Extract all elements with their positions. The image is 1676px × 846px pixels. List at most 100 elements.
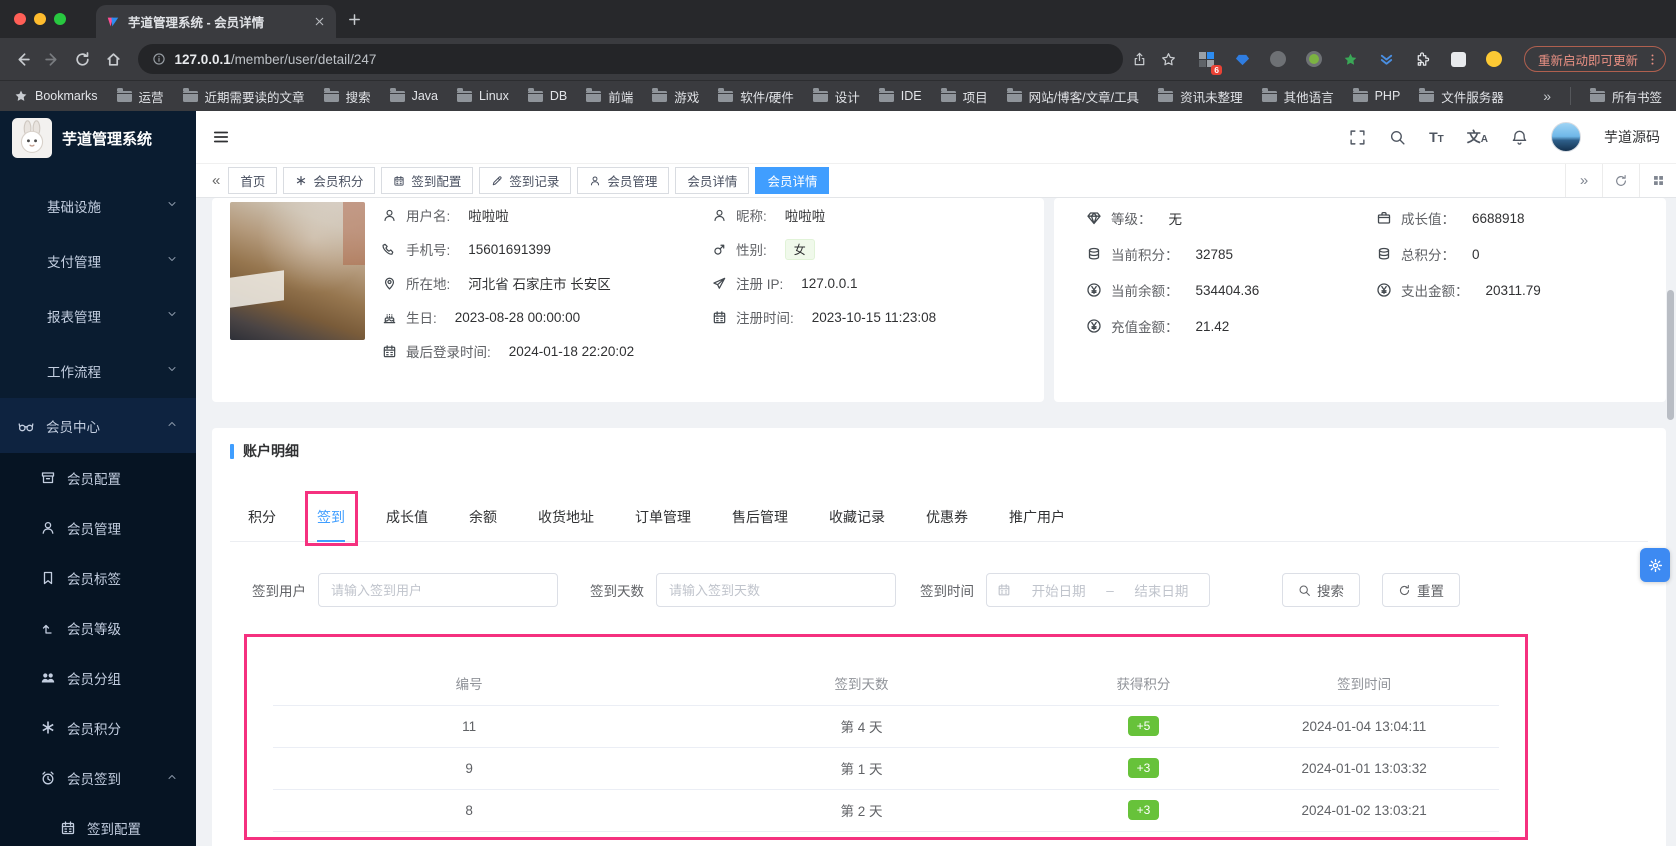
extension-icon-gray[interactable]	[1264, 45, 1292, 73]
sidebar-item-signin-config[interactable]: 签到配置	[0, 803, 196, 846]
sidebar-item-payment[interactable]: 支付管理	[0, 233, 196, 288]
tab-points[interactable]: 积分	[248, 505, 276, 541]
site-info-icon[interactable]	[152, 52, 166, 66]
new-tab-button[interactable]	[336, 0, 372, 38]
minimize-window-button[interactable]	[34, 13, 46, 25]
tab-signin-active[interactable]: 签到	[305, 491, 358, 546]
search-icon[interactable]	[1389, 129, 1406, 146]
bookmark-folder[interactable]: IDE	[878, 88, 922, 103]
tab-address[interactable]: 收货地址	[538, 505, 594, 541]
bookmark-folder[interactable]: 近期需要读的文章	[182, 87, 305, 106]
forward-button[interactable]	[40, 44, 64, 74]
bookmark-folder[interactable]: 前端	[586, 87, 633, 106]
bookmark-folder[interactable]: 资讯未整理	[1158, 87, 1243, 106]
back-button[interactable]	[10, 44, 34, 74]
close-window-button[interactable]	[14, 13, 26, 25]
app-logo-row[interactable]: 芋道管理系统	[0, 111, 196, 165]
collapse-sidebar-button[interactable]	[212, 128, 230, 146]
bookmark-star-icon[interactable]	[1157, 45, 1180, 73]
tab-coupons[interactable]: 优惠券	[926, 505, 968, 541]
extension-icon-green-star[interactable]	[1336, 45, 1364, 73]
sidebar-item-member-group[interactable]: 会员分组	[0, 653, 196, 703]
table-row[interactable]: 11 第 4 天 +5 2024-01-04 13:04:11	[273, 705, 1499, 748]
bookmark-folder[interactable]: 项目	[940, 87, 988, 106]
stat-total-points: 总积分： 0	[1376, 236, 1666, 272]
table-row[interactable]: 9 第 1 天 +3 2024-01-01 13:03:32	[273, 747, 1499, 790]
sidebar-item-infrastructure[interactable]: 基础设施	[0, 178, 196, 233]
bookmark-folder[interactable]: DB	[527, 88, 567, 103]
bookmarks-root-folder[interactable]: Bookmarks	[14, 89, 98, 103]
notifications-bell-icon[interactable]	[1511, 129, 1528, 146]
bookmark-folder[interactable]: 运营	[116, 87, 164, 106]
nav-tag-member-detail[interactable]: 会员详情	[675, 167, 750, 194]
scroll-tags-left-icon[interactable]: «	[204, 172, 228, 189]
tab-referrals[interactable]: 推广用户	[1009, 505, 1065, 541]
extension-icon-gray-green[interactable]	[1300, 45, 1328, 73]
sidebar-item-reports[interactable]: 报表管理	[0, 288, 196, 343]
bookmark-folder[interactable]: 文件服务器	[1419, 87, 1504, 106]
browser-tab[interactable]: 芋道管理系统 - 会员详情	[96, 5, 336, 38]
table-row[interactable]: 8 第 2 天 +3 2024-01-02 13:03:21	[273, 789, 1499, 832]
nav-tag-member-detail-active[interactable]: 会员详情	[755, 167, 830, 194]
font-size-icon[interactable]: TT	[1429, 129, 1444, 145]
home-button[interactable]	[101, 44, 125, 74]
sidebar-item-member-level[interactable]: 会员等级	[0, 603, 196, 653]
browser-update-button[interactable]: 重新启动即可更新	[1524, 46, 1667, 72]
bookmark-folder[interactable]: 网站/博客/文章/工具	[1006, 87, 1139, 106]
kebab-menu-icon[interactable]	[1646, 53, 1659, 66]
share-icon[interactable]	[1129, 45, 1152, 73]
theme-settings-gear-button[interactable]	[1640, 548, 1670, 582]
extensions-puzzle-icon[interactable]	[1408, 45, 1436, 73]
extension-icon-white-square[interactable]	[1444, 45, 1472, 73]
folder-icon	[718, 88, 734, 102]
bookmark-folder[interactable]: 软件/硬件	[718, 87, 794, 106]
extension-icon-tabs[interactable]: 6	[1192, 45, 1222, 75]
bookmark-folder[interactable]: 设计	[812, 87, 860, 106]
sidebar-item-member-config[interactable]: 会员配置	[0, 453, 196, 503]
tab-aftersale[interactable]: 售后管理	[732, 505, 788, 541]
tab-balance[interactable]: 余额	[469, 505, 497, 541]
refresh-page-icon[interactable]	[1602, 164, 1639, 197]
sidebar-item-workflow[interactable]: 工作流程	[0, 343, 196, 398]
tags-menu-grid-icon[interactable]	[1639, 164, 1676, 197]
sidebar-item-member-signin[interactable]: 会员签到	[0, 753, 196, 803]
search-button[interactable]: 搜索	[1282, 573, 1360, 607]
nav-tag-signin-record[interactable]: 签到记录	[479, 167, 572, 194]
signin-date-range-picker[interactable]: 开始日期 – 结束日期	[986, 573, 1210, 607]
all-bookmarks-button[interactable]: 所有书签	[1589, 87, 1662, 106]
address-bar[interactable]: 127.0.0.1/member/user/detail/247	[137, 44, 1123, 74]
reset-button[interactable]: 重置	[1382, 573, 1460, 607]
nav-tag-member-points[interactable]: 会员积分	[283, 167, 376, 194]
page-scrollbar[interactable]	[1667, 290, 1674, 420]
tab-growth[interactable]: 成长值	[386, 505, 428, 541]
nav-tag-member-manage[interactable]: 会员管理	[577, 167, 670, 194]
bookmark-folder[interactable]: Linux	[456, 88, 509, 103]
bookmark-folder[interactable]: PHP	[1352, 88, 1400, 103]
profile-avatar-emoji[interactable]	[1480, 45, 1508, 73]
signin-days-input[interactable]	[656, 573, 896, 607]
user-name[interactable]: 芋道源码	[1604, 127, 1660, 147]
extension-icon-gem[interactable]	[1228, 45, 1256, 73]
tab-close-icon[interactable]	[313, 15, 326, 28]
reload-button[interactable]	[71, 44, 95, 74]
tab-favorites[interactable]: 收藏记录	[829, 505, 885, 541]
sidebar-item-member-points[interactable]: 会员积分	[0, 703, 196, 753]
fullscreen-window-button[interactable]	[54, 13, 66, 25]
bookmark-folder[interactable]: 游戏	[652, 87, 699, 106]
bookmarks-overflow-button[interactable]: »	[1543, 88, 1551, 104]
nav-tag-signin-config[interactable]: 签到配置	[381, 167, 474, 194]
signin-user-input[interactable]	[318, 573, 558, 607]
bookmark-folder[interactable]: 其他语言	[1261, 87, 1334, 106]
sidebar-item-member-tag[interactable]: 会员标签	[0, 553, 196, 603]
sidebar-item-member-manage[interactable]: 会员管理	[0, 503, 196, 553]
extension-icon-double-chevron[interactable]	[1372, 45, 1400, 73]
tab-orders[interactable]: 订单管理	[635, 505, 691, 541]
translate-icon[interactable]: 文A	[1467, 127, 1488, 147]
nav-tag-home[interactable]: 首页	[228, 167, 278, 194]
scroll-tags-right-icon[interactable]: »	[1565, 164, 1602, 197]
user-avatar[interactable]	[1551, 122, 1581, 152]
sidebar-item-member-center[interactable]: 会员中心	[0, 398, 196, 453]
bookmark-folder[interactable]: 搜索	[323, 87, 371, 106]
bookmark-folder[interactable]: Java	[389, 88, 438, 103]
fullscreen-icon[interactable]	[1349, 129, 1366, 146]
